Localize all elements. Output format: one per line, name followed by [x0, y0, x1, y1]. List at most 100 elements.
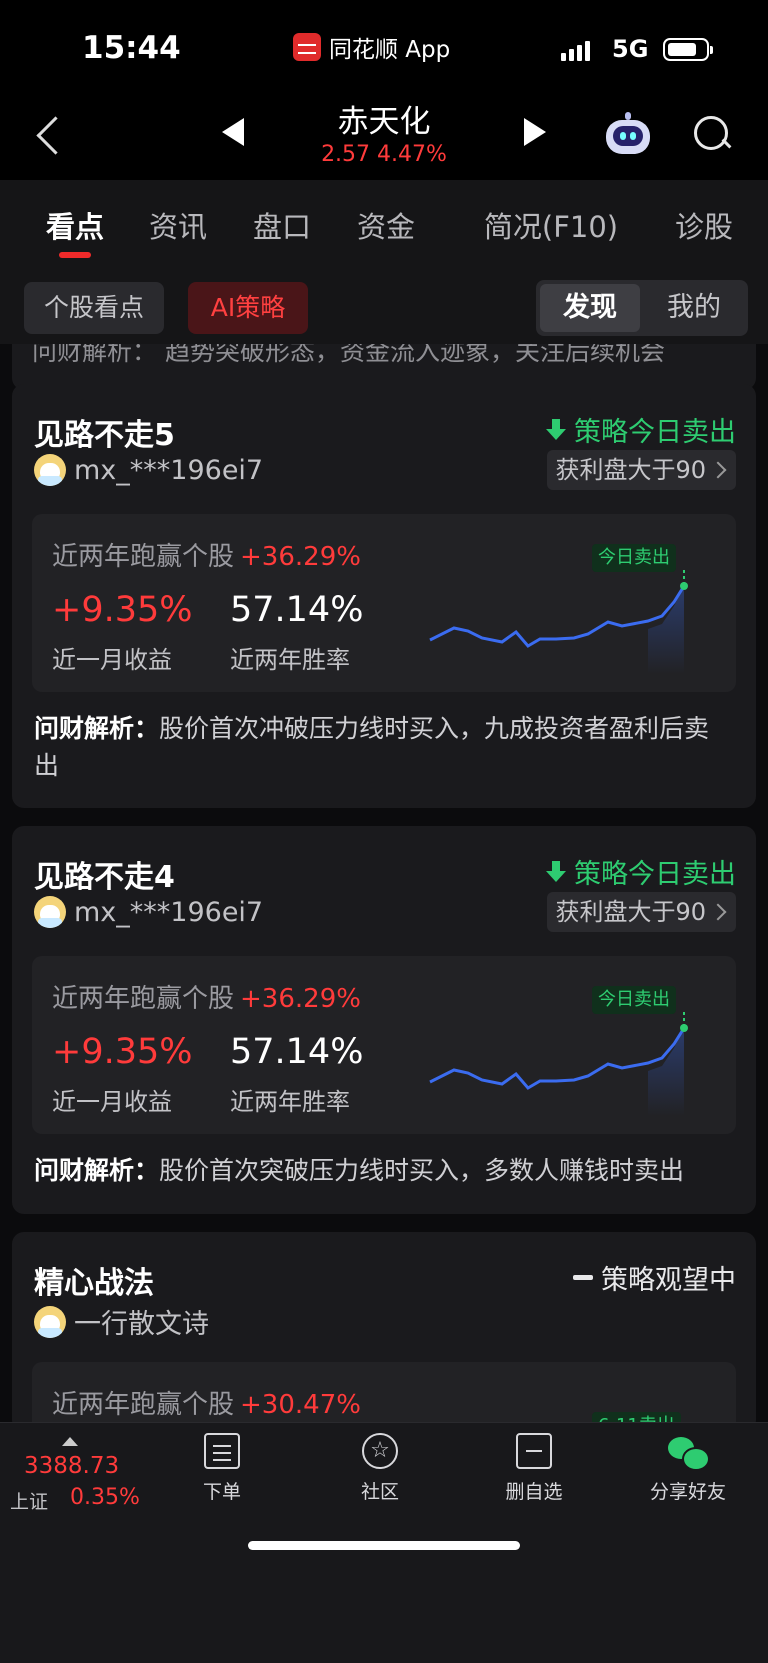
avatar	[34, 896, 66, 928]
author[interactable]: mx_***196ei7	[34, 896, 263, 928]
mine-segment[interactable]: 我的	[644, 284, 744, 332]
strategy-title: 见路不走4	[34, 860, 175, 895]
month-return-label: 近一月收益	[52, 1088, 172, 1116]
tab-orderbook[interactable]: 盘口	[232, 180, 332, 246]
tab-fund-flow[interactable]: 资金	[336, 180, 436, 246]
tab-label: 诊股	[674, 210, 733, 244]
beat-stock-row: 近两年跑赢个股 +30.47%	[52, 1384, 361, 1421]
performance-box: 近两年跑赢个股 +36.29% +9.35% 近一月收益 57.14% 近两年胜率…	[32, 514, 736, 692]
win-rate-label: 近两年胜率	[230, 1088, 350, 1116]
index-change-pct: 0.35%	[70, 1485, 140, 1510]
app-logo-icon	[293, 33, 321, 61]
analysis-text: 股价首次突破压力线时买入，多数人赚钱时卖出	[159, 1156, 685, 1185]
place-order-button[interactable]: 下单	[162, 1433, 282, 1504]
tab-label: 资金	[356, 210, 415, 244]
remove-watchlist-icon	[516, 1433, 552, 1469]
discover-segment[interactable]: 发现	[540, 284, 640, 332]
app-name: 同花顺 App	[329, 37, 451, 63]
sell-marker-dot	[680, 582, 688, 590]
community-label: 社区	[360, 1481, 399, 1503]
next-stock-arrow-icon[interactable]	[524, 118, 546, 146]
strategy-sparkline: 今日卖出	[416, 534, 716, 674]
sparkline-line	[429, 1027, 686, 1090]
month-return-value: +9.35%	[52, 590, 193, 630]
tab-label: 资讯	[148, 210, 207, 244]
tab-f10[interactable]: 简况(F10)	[476, 180, 626, 246]
sell-marker-dot	[680, 1024, 688, 1032]
sub-filter-bar: 个股看点 AI策略 发现 我的	[0, 264, 768, 344]
condition-tag[interactable]: 获利盘大于90	[547, 892, 736, 932]
sparkline-line	[429, 585, 686, 648]
beat-stock-row: 近两年跑赢个股 +36.29%	[52, 978, 361, 1015]
month-return-value: +9.35%	[52, 1032, 193, 1072]
discover-mine-toggle: 发现 我的	[536, 280, 748, 336]
sparkline-area	[648, 1028, 684, 1116]
win-rate-value: 57.14%	[230, 1032, 364, 1072]
battery-icon	[663, 38, 713, 61]
order-form-icon	[204, 1433, 240, 1469]
analysis-label: 问财解析：	[34, 714, 160, 743]
home-indicator[interactable]	[248, 1541, 520, 1550]
index-value: 3388.73	[24, 1453, 120, 1479]
analysis-label: 问财解析：	[34, 1156, 160, 1185]
sell-marker-tag: 今日卖出	[592, 986, 676, 1014]
sell-marker-tag: 今日卖出	[592, 544, 676, 572]
community-button[interactable]: 社区	[320, 1433, 440, 1504]
stock-quote: 2.57 4.47%	[0, 142, 768, 167]
expand-caret-icon	[62, 1437, 78, 1446]
strategy-signal: 策略观望中	[573, 1258, 736, 1297]
sparkline-area	[648, 586, 684, 674]
signal-label: 策略今日卖出	[574, 417, 736, 448]
stock-price: 2.57	[321, 142, 371, 167]
strategy-analysis: 问财解析：股价首次冲破压力线时买入，九成投资者盈利后卖出	[34, 710, 734, 784]
network-type: 5G	[612, 35, 649, 63]
place-order-label: 下单	[202, 1481, 241, 1503]
strategy-title: 精心战法	[34, 1266, 154, 1301]
strategy-signal: 策略今日卖出	[546, 410, 736, 449]
beat-label: 近两年跑赢个股	[52, 984, 235, 1014]
condition-tag[interactable]: 获利盘大于90	[547, 450, 736, 490]
author-name: mx_***196ei7	[74, 454, 264, 486]
clock: 15:44	[82, 30, 181, 66]
wechat-icon	[668, 1433, 710, 1471]
strategy-signal: 策略今日卖出	[546, 852, 736, 891]
stock-header: 赤天化 2.57 4.47%	[0, 90, 768, 180]
market-index-widget[interactable]: 3388.73 上证 0.35%	[10, 1431, 150, 1521]
remove-watchlist-label: 删自选	[505, 1481, 563, 1503]
strategy-card[interactable]: 精心战法 策略观望中 一行散文诗 近两年跑赢个股+30.47% 6-11卖出	[12, 1232, 756, 1432]
tab-bar: 看点 资讯 盘口 资金 简况(F10) 诊股	[0, 180, 768, 264]
status-bar: 15:44 同花顺 App 5G	[0, 0, 768, 90]
source-app-indicator[interactable]: 同花顺 App	[293, 30, 450, 64]
strategy-title: 见路不走5	[34, 418, 175, 453]
signal-icon	[561, 41, 590, 61]
stock-name: 赤天化	[337, 104, 431, 140]
author-name: mx_***196ei7	[74, 896, 264, 928]
strategy-card[interactable]: 见路不走4 策略今日卖出 mx_***196ei7 获利盘大于90 近两年跑赢个…	[12, 826, 756, 1214]
signal-label: 策略今日卖出	[574, 859, 736, 890]
ai-strategy-chip[interactable]: AI策略	[188, 282, 308, 334]
signal-label: 策略观望中	[601, 1265, 736, 1296]
ai-assistant-robot-icon[interactable]	[604, 112, 652, 158]
share-friends-label: 分享好友	[649, 1481, 726, 1503]
share-friends-button[interactable]: 分享好友	[628, 1433, 748, 1504]
tab-label: 盘口	[252, 210, 311, 244]
beat-value: +30.47%	[240, 1390, 361, 1420]
author[interactable]: mx_***196ei7	[34, 454, 263, 486]
stock-highlights-chip[interactable]: 个股看点	[24, 282, 164, 334]
search-icon[interactable]	[692, 114, 732, 154]
tab-label: 简况(F10)	[483, 210, 619, 244]
beat-label: 近两年跑赢个股	[52, 542, 235, 572]
tab-diagnosis[interactable]: 诊股	[654, 180, 754, 246]
win-rate-value: 57.14%	[230, 590, 364, 630]
win-rate-label: 近两年胜率	[230, 646, 350, 674]
index-name: 上证	[10, 1491, 49, 1513]
author[interactable]: 一行散文诗	[34, 1302, 209, 1341]
beat-value: +36.29%	[240, 542, 361, 572]
community-star-icon	[362, 1433, 398, 1469]
tab-news[interactable]: 资讯	[128, 180, 228, 246]
remove-watchlist-button[interactable]: 删自选	[474, 1433, 594, 1504]
author-name: 一行散文诗	[74, 1309, 209, 1340]
down-arrow-icon	[546, 418, 566, 441]
strategy-card[interactable]: 见路不走5 策略今日卖出 mx_***196ei7 获利盘大于90 近两年跑赢个…	[12, 384, 756, 808]
active-tab-indicator	[59, 252, 91, 258]
